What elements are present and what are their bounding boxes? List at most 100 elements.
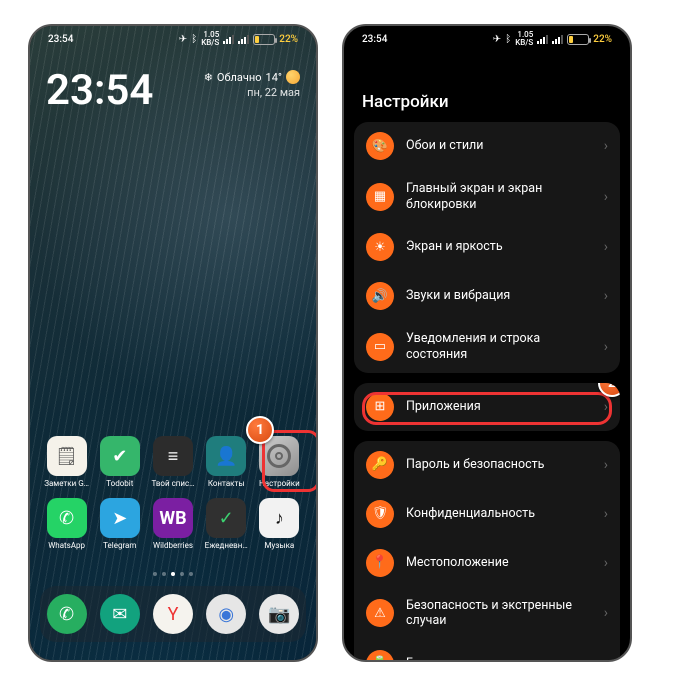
phone-settings-screen: 23:54 ✈ ᛒ 1.05KB/S 22% Настройки 🎨Обои и… bbox=[342, 24, 632, 662]
airplane-off-icon: ✈ bbox=[179, 34, 187, 45]
app-icon: ✓ bbox=[206, 498, 246, 538]
dock-yandex[interactable]: Y bbox=[153, 594, 193, 634]
settings-row-sound[interactable]: 🔊Звуки и вибрация› bbox=[354, 271, 620, 320]
display-icon: ☀ bbox=[366, 233, 394, 261]
password-icon: 🔑 bbox=[366, 451, 394, 479]
app-label: Твой спис… bbox=[151, 479, 194, 488]
sun-icon bbox=[286, 70, 300, 84]
dock: ✆ ✉ Y ◉ 📷 bbox=[40, 586, 306, 642]
app-todobit[interactable]: ✔Todobit bbox=[93, 436, 146, 488]
app-icon: 👤 bbox=[206, 436, 246, 476]
status-time: 23:54 bbox=[48, 34, 73, 45]
app-label: Telegram bbox=[103, 541, 136, 550]
row-label: Уведомления и строка состояния bbox=[406, 331, 592, 362]
app-label: Заметки G… bbox=[44, 479, 89, 488]
app-wildberries[interactable]: WB Wildberries bbox=[146, 498, 199, 550]
dock-browser[interactable]: ◉ bbox=[206, 594, 246, 634]
chevron-right-icon: › bbox=[604, 189, 608, 205]
row-label: Конфиденциальность bbox=[406, 506, 592, 522]
app-label: WhatsApp bbox=[48, 541, 85, 550]
weather-widget[interactable]: ❄ Облачно 14° пн, 22 мая bbox=[204, 70, 300, 99]
app-музыка[interactable]: ♪ Музыка bbox=[253, 498, 306, 550]
chevron-right-icon: › bbox=[604, 288, 608, 304]
app-твой спис…[interactable]: ≡ Твой спис… bbox=[146, 436, 199, 488]
network-speed: 1.05KB/S bbox=[201, 31, 219, 47]
chevron-right-icon: › bbox=[604, 239, 608, 255]
signal-icon-2 bbox=[552, 35, 563, 44]
app-ежедневн…[interactable]: ✓ Ежедневн… bbox=[200, 498, 253, 550]
wallpaper-rain bbox=[30, 26, 316, 660]
signal-icon bbox=[537, 35, 548, 44]
settings-row-wallpaper[interactable]: 🎨 Обои и стили › bbox=[354, 122, 620, 170]
signal-icon-2 bbox=[238, 35, 249, 44]
location-icon: 📍 bbox=[366, 549, 394, 577]
settings-row-emergency[interactable]: ⚠Безопасность и экстренные случаи› bbox=[354, 587, 620, 639]
home-lock-icon: ▦ bbox=[366, 183, 394, 211]
app-icon: ✆ bbox=[47, 498, 87, 538]
app-label: Wildberries bbox=[153, 541, 193, 550]
settings-row-display[interactable]: ☀ Экран и яркость › bbox=[354, 222, 620, 271]
settings-group-security: 🔑Пароль и безопасность›🛡Конфиденциальнос… bbox=[354, 441, 620, 661]
bluetooth-icon: ᛒ bbox=[191, 34, 197, 45]
dock-phone[interactable]: ✆ bbox=[47, 594, 87, 634]
app-контакты[interactable]: 👤 Контакты bbox=[200, 436, 253, 488]
chevron-right-icon: › bbox=[604, 138, 608, 154]
app-icon: WB bbox=[153, 498, 193, 538]
app-icon: ≡ bbox=[153, 436, 193, 476]
chevron-right-icon: › bbox=[604, 605, 608, 621]
battery-percent: 22% bbox=[279, 34, 298, 45]
dock-camera[interactable]: 📷 bbox=[259, 594, 299, 634]
weather-text-icon: ❄ bbox=[204, 71, 213, 84]
sound-icon: 🔊 bbox=[366, 282, 394, 310]
settings-row-privacy[interactable]: 🛡Конфиденциальность› bbox=[354, 489, 620, 538]
airplane-off-icon: ✈ bbox=[493, 34, 501, 45]
row-label: Пароль и безопасность bbox=[406, 457, 592, 473]
settings-group-display: 🎨 Обои и стили › ▦ Главный экран и экран бло… bbox=[354, 122, 620, 373]
row-label: Батарея bbox=[406, 656, 592, 660]
app-label: Todobit bbox=[106, 479, 133, 488]
settings-row-home-lock[interactable]: ▦ Главный экран и экран блокировки › bbox=[354, 170, 620, 222]
chevron-right-icon: › bbox=[604, 656, 608, 660]
app-grid: 🗒 Заметки G… ✔Todobit≡ Твой спис… 👤 Контакты Н… bbox=[30, 436, 316, 550]
app-telegram[interactable]: ➤ Telegram bbox=[93, 498, 146, 550]
highlight-applications-row bbox=[362, 392, 612, 425]
chevron-right-icon: › bbox=[604, 339, 608, 355]
row-label: Обои и стили bbox=[406, 138, 592, 154]
notifications-icon: ▭ bbox=[366, 333, 394, 361]
battery-percent: 22% bbox=[593, 34, 612, 45]
chevron-right-icon: › bbox=[604, 555, 608, 571]
app-icon: ➤ bbox=[100, 498, 140, 538]
app-label: Музыка bbox=[265, 541, 295, 550]
app-label: Контакты bbox=[208, 479, 245, 488]
settings-row-password[interactable]: 🔑 Пароль и безопасность › bbox=[354, 441, 620, 489]
app-заметки g…[interactable]: 🗒 Заметки G… bbox=[40, 436, 93, 488]
wallpaper-icon: 🎨 bbox=[366, 132, 394, 160]
chevron-right-icon: › bbox=[604, 457, 608, 473]
app-label: Настройки bbox=[259, 479, 300, 488]
row-label: Безопасность и экстренные случаи bbox=[406, 598, 592, 629]
row-label: Экран и яркость bbox=[406, 239, 592, 255]
battery-icon bbox=[253, 34, 275, 45]
row-label: Главный экран и экран блокировки bbox=[406, 181, 592, 212]
clock-widget[interactable]: 23:54 bbox=[46, 70, 153, 112]
chevron-right-icon: › bbox=[604, 506, 608, 522]
bluetooth-icon: ᛒ bbox=[505, 34, 511, 45]
app-icon: 🗒 bbox=[47, 436, 87, 476]
page-indicator[interactable] bbox=[30, 572, 316, 576]
app-label: Ежедневн… bbox=[205, 541, 248, 550]
battery-icon bbox=[567, 34, 589, 45]
battery-icon: 🔋 bbox=[366, 650, 394, 660]
callout-badge-1: 1 bbox=[246, 416, 274, 444]
page-title: Настройки bbox=[344, 78, 630, 122]
settings-row-battery[interactable]: 🔋 Батарея › bbox=[354, 639, 620, 660]
weather-date: пн, 22 мая bbox=[204, 86, 300, 99]
app-icon: ♪ bbox=[259, 498, 299, 538]
signal-icon bbox=[223, 35, 234, 44]
status-bar: 23:54 ✈ ᛒ 1.05KB/S 22% bbox=[30, 26, 316, 52]
row-label: Местоположение bbox=[406, 555, 592, 571]
settings-row-location[interactable]: 📍 Местоположение › bbox=[354, 538, 620, 587]
settings-row-notifications[interactable]: ▭ Уведомления и строка состояния › bbox=[354, 320, 620, 372]
app-whatsapp[interactable]: ✆ WhatsApp bbox=[40, 498, 93, 550]
dock-messages[interactable]: ✉ bbox=[100, 594, 140, 634]
network-speed: 1.05KB/S bbox=[515, 31, 533, 47]
